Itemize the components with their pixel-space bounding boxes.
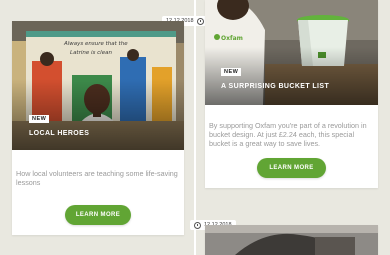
card-title[interactable]: A SURPRISING BUCKET LIST: [221, 83, 329, 90]
card-photo-partial: [205, 225, 378, 255]
svg-text:Latrine is clean: Latrine is clean: [70, 50, 112, 56]
story-card-bucket-list: Oxfam NEW A SURPRISING BUCKET LIST By su…: [205, 0, 378, 188]
card-description: By supporting Oxfam you're part of a rev…: [209, 121, 367, 148]
card-image[interactable]: [205, 225, 378, 255]
timeline-line: [194, 0, 196, 255]
image-gradient: [205, 47, 378, 105]
clock-icon: [194, 221, 201, 229]
svg-text:Oxfam: Oxfam: [221, 35, 243, 42]
learn-more-button[interactable]: LEARN MORE: [65, 205, 131, 225]
learn-more-button[interactable]: LEARN MORE: [257, 158, 326, 178]
new-tag: NEW: [221, 68, 242, 76]
clock-icon: [196, 17, 204, 25]
card-title[interactable]: LOCAL HEROES: [29, 130, 89, 137]
new-tag: NEW: [29, 115, 50, 123]
timeline-feed: 12 12 2018 12 12 2018: [0, 0, 390, 255]
svg-text:Always ensure that the: Always ensure that the: [63, 41, 128, 47]
card-description: How local volunteers are teaching some l…: [16, 169, 178, 187]
story-card-local-heroes: Always ensure that the Latrine is clean …: [12, 21, 184, 235]
story-card-partial: [205, 225, 378, 255]
